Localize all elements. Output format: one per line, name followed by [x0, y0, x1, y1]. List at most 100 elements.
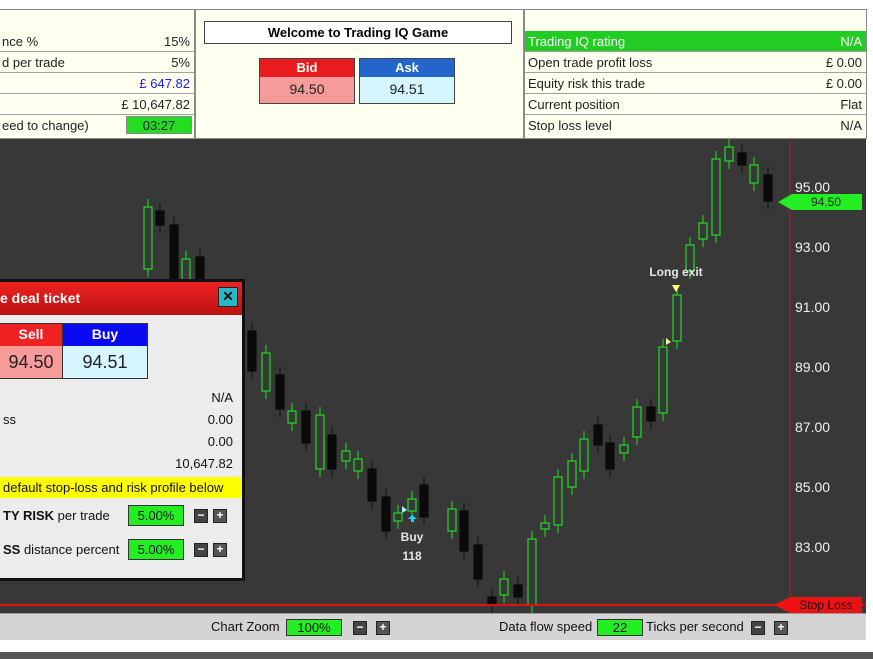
welcome-title: Welcome to Trading IQ Game: [204, 21, 512, 44]
sell-button[interactable]: Sell 94.50: [0, 323, 64, 379]
data-flow-speed-label: Data flow speed: [499, 619, 593, 634]
sell-price: 94.50: [0, 346, 63, 378]
candle-body: [724, 146, 734, 162]
account-row-speed-timer: eed to change) 03:27: [0, 115, 194, 136]
account-row-equity: £ 10,647.82: [0, 94, 194, 115]
profit-value: £ 647.82: [139, 76, 190, 91]
default-profile-note: default stop-loss and risk profile below: [0, 477, 242, 498]
stop-loss-label: Stop loss level: [528, 118, 612, 133]
stop-loss-value: N/A: [840, 118, 862, 133]
sell-label: Sell: [0, 324, 63, 346]
zoom-out-button[interactable]: −: [353, 621, 367, 635]
chart-zoom-value: 100%: [286, 619, 342, 636]
price-tick-label: 95.00: [795, 179, 830, 195]
candle-body: [287, 410, 297, 424]
exit-marker-icon: [666, 338, 671, 345]
deal-ticket-title: e deal ticket: [0, 290, 81, 306]
ticket-loss-label: ss: [3, 412, 16, 427]
candle-body: [143, 206, 153, 270]
stop-distance-setting-label: SS distance percent: [3, 542, 119, 557]
candle-body: [763, 174, 773, 202]
stop-distance-setting-bold: SS: [3, 542, 21, 557]
position-panel: Trading IQ rating N/A Open trade profit …: [524, 9, 867, 139]
buy-entry-arrow-icon: [408, 515, 417, 522]
risk-per-trade-value: 5%: [171, 55, 190, 70]
equity-risk-increase-button[interactable]: +: [213, 509, 227, 523]
candle-body: [698, 222, 708, 240]
current-position-row: Current position Flat: [525, 94, 866, 115]
account-row-profit: £ 647.82: [0, 73, 194, 94]
price-tick-label: 91.00: [795, 299, 830, 315]
zoom-in-button[interactable]: +: [376, 621, 390, 635]
stop-distance-input[interactable]: 5.00%: [128, 539, 184, 560]
ask-quote: Ask 94.51: [359, 58, 455, 104]
current-position-value: Flat: [840, 97, 862, 112]
stop-distance-increase-button[interactable]: +: [213, 543, 227, 557]
candle-body: [593, 424, 603, 446]
entry-marker-icon: [402, 506, 407, 513]
candle-body: [381, 496, 391, 532]
candle-body: [513, 584, 523, 598]
ask-price: 94.51: [360, 77, 454, 103]
buy-label: Buy: [63, 324, 147, 346]
confidence-value: 15%: [163, 34, 190, 49]
equity-risk-setting-label: TY RISK per trade: [3, 508, 110, 523]
candle-body: [711, 158, 721, 236]
trading-iq-row: Trading IQ rating N/A: [525, 31, 866, 52]
ask-label: Ask: [360, 59, 454, 77]
candle-body: [737, 152, 747, 166]
candle-body: [672, 294, 682, 342]
candle-body: [632, 406, 642, 438]
buy-annotation-label: Buy: [401, 530, 424, 544]
candle-body: [527, 538, 537, 606]
current-price-label: 94.50: [811, 195, 841, 209]
risk-per-trade-label: d per trade: [2, 55, 65, 70]
equity-risk-value: £ 0.00: [825, 76, 862, 91]
buy-button[interactable]: Buy 94.51: [62, 323, 148, 379]
price-tick-label: 89.00: [795, 359, 830, 375]
price-tick-label: 83.00: [795, 539, 830, 555]
candle-body: [275, 374, 285, 410]
open-pl-label: Open trade profit loss: [528, 55, 653, 70]
equity-risk-input[interactable]: 5.00%: [128, 505, 184, 526]
open-pl-value: £ 0.00: [825, 55, 862, 70]
candle-body: [540, 522, 550, 530]
open-pl-row: Open trade profit loss £ 0.00: [525, 52, 866, 73]
deal-ticket-titlebar[interactable]: e deal ticket ✕: [0, 282, 242, 315]
equity-value: £ 10,647.82: [121, 97, 190, 112]
bid-price: 94.50: [260, 77, 354, 103]
candle-body: [487, 596, 497, 606]
stop-distance-decrease-button[interactable]: −: [194, 543, 208, 557]
stop-loss-row: Stop loss level N/A: [525, 115, 866, 136]
candle-body: [499, 578, 509, 596]
close-icon[interactable]: ✕: [218, 287, 238, 307]
candle-body: [341, 450, 351, 462]
confidence-label: nce %: [2, 34, 39, 49]
ticket-value-2: 0.00: [207, 412, 233, 427]
ticket-value-3: 0.00: [207, 434, 233, 449]
candle-body: [327, 434, 337, 470]
equity-risk-decrease-button[interactable]: −: [194, 509, 208, 523]
data-flow-speed-value: 22: [597, 619, 643, 636]
candle-body: [749, 164, 759, 184]
exit-arrow-icon: [672, 285, 680, 292]
buy-price: 94.51: [63, 346, 147, 378]
candle-body: [155, 210, 165, 226]
candle-body: [619, 444, 629, 454]
long-exit-annotation-label: Long exit: [649, 265, 702, 279]
stop-distance-setting-rest: distance percent: [20, 542, 120, 557]
candle-body: [261, 352, 271, 392]
speed-increase-button[interactable]: +: [774, 621, 788, 635]
candle-body: [247, 330, 257, 372]
speed-decrease-button[interactable]: −: [751, 621, 765, 635]
candle-body: [553, 476, 563, 526]
candle-body: [301, 410, 311, 444]
default-profile-note-text: default stop-loss and risk profile below: [3, 480, 224, 495]
deal-ticket: e deal ticket ✕ Sell 94.50 Buy 94.51 N/A…: [0, 279, 245, 581]
candle-body: [473, 544, 483, 580]
countdown-timer: 03:27: [126, 116, 192, 134]
candle-body: [447, 508, 457, 532]
equity-risk-setting-rest: per trade: [54, 508, 110, 523]
trading-iq-value: N/A: [840, 34, 862, 49]
buy-annotation-qty: 118: [402, 549, 422, 563]
